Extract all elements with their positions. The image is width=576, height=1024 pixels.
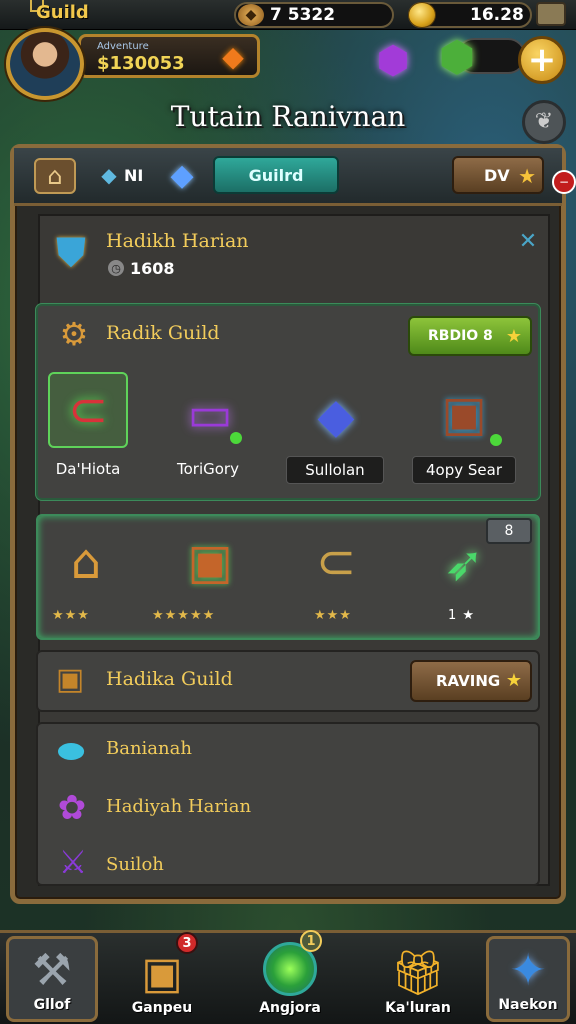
close-icon[interactable]: − xyxy=(552,170,576,194)
box-icon: ▣ xyxy=(55,662,85,697)
guild-label: Guild xyxy=(36,2,89,23)
gold-value: 16.28 xyxy=(470,5,524,25)
stat-label: NI xyxy=(124,166,144,185)
daily-title: Hadikh Harian xyxy=(106,230,249,252)
money-value: $130053 xyxy=(97,53,185,74)
money-subtitle: Adventure xyxy=(97,41,149,52)
star-icon: ★ xyxy=(505,670,522,691)
hadika-button[interactable]: RAVING ★ xyxy=(410,660,532,702)
flower-icon: ✿ xyxy=(57,788,87,828)
ore-resource[interactable]: ◆ 7 5322 xyxy=(234,2,394,28)
guild-section-button-label: RBDIO 8 xyxy=(428,328,493,344)
item-label-3: Sullolan xyxy=(286,456,384,484)
ore-value: 7 5322 xyxy=(270,5,336,25)
nav-label-1: Gllof xyxy=(33,997,71,1013)
nav-item-kaluran[interactable]: 🎁︎ Ka'luran xyxy=(372,936,464,1022)
magnet-icon[interactable]: ⊂ xyxy=(296,524,376,600)
tab-guild[interactable]: Guilrd xyxy=(213,156,339,194)
green-gem-icon[interactable]: ⬢ xyxy=(436,34,478,80)
nav-badge-3: 1 xyxy=(300,930,322,952)
clock-icon: ◷ xyxy=(108,260,124,276)
hammer-icon: ⚒ xyxy=(32,945,72,996)
sword-icon: ⚔ xyxy=(58,843,88,881)
lantern-icon[interactable]: ⌂ xyxy=(46,524,126,600)
stat-gem-icon: ◆ xyxy=(101,163,117,187)
list-item-1[interactable]: Banianah xyxy=(106,738,192,759)
gold-coin-icon xyxy=(408,2,436,28)
item-label-4: 4opy Sear xyxy=(412,456,516,484)
nav-label-2: Ganpeu xyxy=(131,1000,193,1016)
green-dot-icon xyxy=(490,434,502,446)
reward-stars-2: ★★★★★ xyxy=(152,608,216,623)
magnet-icon[interactable]: ⊂ xyxy=(48,372,128,448)
hadika-title: Hadika Guild xyxy=(106,668,233,690)
home-icon[interactable]: ⌂ xyxy=(34,158,76,194)
nav-label-3: Angjora xyxy=(259,1000,321,1016)
nav-item-gllof[interactable]: ⚒ Gllof xyxy=(6,936,98,1022)
green-dot-icon xyxy=(230,432,242,444)
tab-dv[interactable]: DV ★ xyxy=(452,156,544,194)
bandage-icon: ⬬ xyxy=(57,732,85,770)
plus-icon[interactable]: + xyxy=(518,36,566,84)
nav-label-5: Naekon xyxy=(498,997,558,1013)
avatar[interactable] xyxy=(6,28,84,100)
item-label-2: ToriGory xyxy=(177,460,239,478)
gear-chest-icon: ⚙ xyxy=(59,315,89,353)
reward-stars-4: 1 ★ xyxy=(448,608,476,623)
star-icon: ★ xyxy=(505,326,522,347)
nav-item-naekon[interactable]: ✦ Naekon xyxy=(486,936,570,1022)
reward-stars-3: ★★★ xyxy=(314,608,352,623)
daily-value: 1608 xyxy=(130,259,175,278)
chest-icon: ▣ xyxy=(141,948,183,999)
gift-icon: 🎁︎ xyxy=(390,948,446,999)
nav-item-angjora[interactable]: Angjora 1 xyxy=(244,930,336,1022)
list-item-2[interactable]: Hadiyah Harian xyxy=(106,796,251,817)
list-item-3[interactable]: Suiloh xyxy=(106,854,164,875)
guild-section-title: Radik Guild xyxy=(106,322,220,344)
nav-badge-2: 3 xyxy=(176,932,198,954)
menu-icon[interactable] xyxy=(536,2,566,26)
ore-icon: ◆ xyxy=(238,4,264,26)
crystal-icon[interactable]: ◆ xyxy=(296,378,376,454)
page-title: Tutain Ranivnan xyxy=(170,100,406,133)
reward-tag-label: 8 xyxy=(504,523,514,539)
purple-gem-icon[interactable]: ⬢ xyxy=(374,40,412,80)
star-icon: ★ xyxy=(518,164,536,188)
nav-label-4: Ka'luran xyxy=(385,1000,451,1016)
treasure-chest-icon[interactable]: ▣ xyxy=(170,524,250,600)
money-panel: Adventure $130053 ◆ xyxy=(78,34,260,78)
feather-icon[interactable]: ❦ xyxy=(522,100,566,144)
hadika-button-label: RAVING xyxy=(436,672,501,690)
reward-stars-1: ★★★ xyxy=(52,608,90,623)
nav-item-ganpeu[interactable]: ▣ Ganpeu 3 xyxy=(116,932,208,1022)
guild-section-button[interactable]: RBDIO 8 ★ xyxy=(408,316,532,356)
item-label-1: Da'Hiota xyxy=(55,460,121,478)
gold-resource[interactable]: 16.28 xyxy=(408,2,532,28)
feather-icon[interactable]: ➶ xyxy=(424,526,504,602)
tab-dv-label: DV xyxy=(484,165,510,185)
star-crystal-icon: ✦ xyxy=(509,945,547,996)
daily-badge-icon: ⛊ xyxy=(56,230,86,276)
fire-gem-icon: ◆ xyxy=(222,40,244,73)
crystal-tab-icon[interactable]: ◆ xyxy=(164,158,200,194)
tools-icon[interactable]: ✕ xyxy=(514,228,542,256)
